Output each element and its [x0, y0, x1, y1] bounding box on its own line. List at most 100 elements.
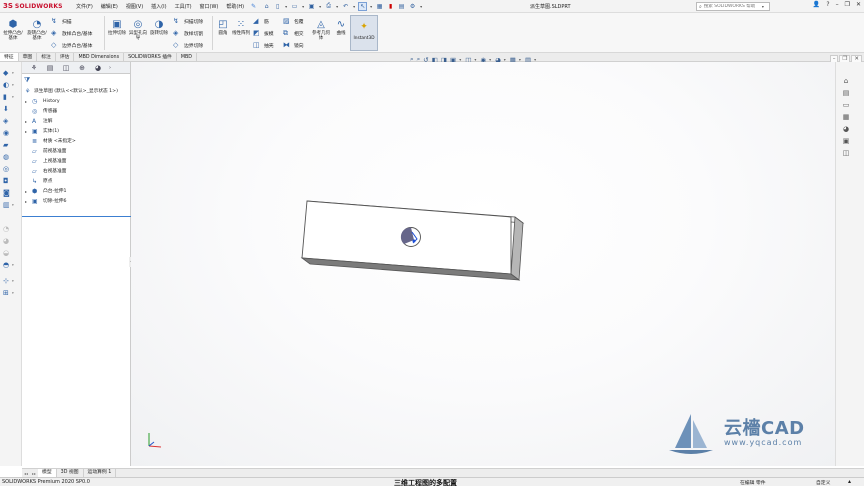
strip-dropdown-icon[interactable]: ▾	[12, 291, 14, 295]
select-pointer-icon[interactable]: ↖	[358, 1, 368, 11]
property-manager-tab-icon[interactable]: ▤	[42, 64, 58, 72]
tree-item[interactable]: ▸ ▣ 实体(1)	[22, 126, 131, 136]
display-manager-tab-icon[interactable]: ◕	[90, 64, 106, 72]
expand-arrow-icon[interactable]: ▸	[25, 99, 30, 104]
strip-smart-dimension[interactable]: ◆ ▾	[3, 68, 17, 77]
revolve-cut-button[interactable]: ◑ 旋转切除	[148, 19, 170, 36]
tree-item[interactable]: ◎ 传感器	[22, 106, 131, 116]
sweep-cut-button[interactable]: ↯ 扫描切除	[173, 16, 203, 26]
extrude-boss-button[interactable]: ⬢ 拉伸凸台/基体	[2, 19, 24, 41]
solidworks-resources-icon[interactable]: ⌂	[840, 76, 852, 85]
open-dropdown-icon[interactable]: ▾	[301, 2, 305, 11]
menu-view[interactable]: 视图(V)	[122, 3, 147, 10]
strip-rectangle[interactable]: ▮ ▾	[3, 92, 17, 101]
strip-dropdown-icon[interactable]: ▾	[12, 95, 14, 99]
forum-icon[interactable]: ◫	[840, 148, 852, 157]
draft-button[interactable]: ◩ 拔模	[253, 28, 274, 38]
file-properties-icon[interactable]: ▤	[397, 2, 406, 11]
strip-dropdown-icon[interactable]: ▾	[12, 71, 14, 75]
strip-dropdown-icon[interactable]: ▾	[12, 203, 14, 207]
tab-scroll-first-icon[interactable]: ◂◂	[22, 471, 30, 476]
extrude-cut-button[interactable]: ▣ 拉伸切除	[106, 19, 128, 36]
new-dropdown-icon[interactable]: ▾	[284, 2, 288, 11]
print-icon[interactable]: ⎙	[324, 2, 333, 11]
restore-icon[interactable]: ❐	[842, 1, 853, 8]
select-dropdown-icon[interactable]: ▾	[369, 2, 373, 11]
model-side-face[interactable]	[510, 216, 524, 281]
menu-help[interactable]: 帮助(H)	[222, 3, 248, 10]
strip-dropdown-icon[interactable]: ▾	[12, 279, 14, 283]
tree-item[interactable]: ▸ ▣ 切除-拉伸6	[22, 196, 131, 206]
more-tabs-icon[interactable]: ›	[106, 65, 114, 71]
strip-circle[interactable]: ⬇	[3, 104, 17, 113]
tree-item[interactable]: ↳ 原点	[22, 176, 131, 186]
strip-sketch-grid[interactable]: ⊞ ▾	[3, 288, 17, 297]
strip-spline[interactable]: ◉	[3, 128, 17, 137]
menu-file[interactable]: 文件(F)	[72, 3, 97, 10]
tab-solidworks-addins[interactable]: SOLIDWORKS 插件	[124, 53, 177, 61]
rollback-bar[interactable]	[22, 216, 131, 217]
tab-features[interactable]: 特征	[0, 53, 19, 61]
options-gear-icon[interactable]: ⚙	[408, 2, 417, 11]
boundary-cut-button[interactable]: ◇ 边界切除	[173, 40, 203, 50]
strip-arc[interactable]: ◈	[3, 116, 17, 125]
strip-dropdown-icon[interactable]: ▾	[12, 263, 14, 267]
search-dropdown-icon[interactable]: ▾	[762, 4, 764, 9]
units-selector[interactable]: 自定义	[816, 479, 830, 486]
undo-icon[interactable]: ↶	[341, 2, 350, 11]
print-dropdown-icon[interactable]: ▾	[335, 2, 339, 11]
minimize-icon[interactable]: –	[833, 1, 842, 8]
curves-button[interactable]: ∿ 曲线	[330, 19, 352, 36]
tab-sketch[interactable]: 草图	[19, 53, 38, 61]
tab-markup[interactable]: 标注	[37, 53, 56, 61]
strip-line[interactable]: ◐ ▾	[3, 80, 17, 89]
linear-pattern-button[interactable]: ⁙ 线性阵列	[230, 19, 252, 36]
tab-evaluate[interactable]: 评估	[56, 53, 75, 61]
strip-trim[interactable]: ▰	[3, 140, 17, 149]
file-explorer-icon[interactable]: ▭	[840, 100, 852, 109]
view-palette-icon[interactable]: ▦	[840, 112, 852, 121]
expand-arrow-icon[interactable]: ▸	[25, 119, 30, 124]
dimxpert-tab-icon[interactable]: ⊕	[74, 64, 90, 72]
help-search-box[interactable]: ⌕ ▾	[696, 2, 770, 11]
strip-mirror[interactable]: ◎	[3, 164, 17, 173]
filter-icon[interactable]: ⧩	[24, 76, 30, 85]
revolve-boss-button[interactable]: ◔ 旋转凸台/基体	[26, 19, 48, 41]
expand-arrow-icon[interactable]: ▸	[25, 199, 30, 204]
save-dropdown-icon[interactable]: ▾	[318, 2, 322, 11]
tree-root[interactable]: ⚘ 派生草图 (默认<<默认>_显示状态 1>)	[22, 86, 131, 96]
menu-tools[interactable]: 工具(T)	[171, 3, 196, 10]
sweep-boss-button[interactable]: ↯ 扫描	[51, 16, 72, 26]
strip-dropdown-icon[interactable]: ▾	[12, 83, 14, 87]
configuration-manager-tab-icon[interactable]: ◫	[58, 64, 74, 72]
tree-item[interactable]: ▱ 上视基准面	[22, 156, 131, 166]
menu-insert[interactable]: 插入(I)	[147, 3, 170, 10]
new-document-icon[interactable]: ▯	[273, 2, 282, 11]
intersect-button[interactable]: ⧉ 相交	[283, 28, 304, 38]
tree-item[interactable]: ≣ 材质 <未指定>	[22, 136, 131, 146]
open-icon[interactable]: ▭	[290, 2, 299, 11]
user-icon[interactable]: 👤	[810, 1, 823, 8]
help-icon[interactable]: ?	[823, 1, 832, 8]
tree-item[interactable]: ▱ 前视基准面	[22, 146, 131, 156]
rib-button[interactable]: ◢ 筋	[253, 16, 269, 26]
traffic-light-icon[interactable]: ▮	[386, 2, 395, 11]
expand-arrow-icon[interactable]: ▸	[25, 129, 30, 134]
tree-item[interactable]: ▸ ◷ History	[22, 96, 131, 106]
strip-quick-snaps[interactable]: ⊹ ▾	[3, 276, 17, 285]
strip-relations[interactable]: ◙	[3, 188, 17, 197]
strip-repair[interactable]: ▥ ▾	[3, 200, 17, 209]
undo-dropdown-icon[interactable]: ▾	[352, 2, 356, 11]
hole-wizard-button[interactable]: ◎ 异型孔向导	[127, 19, 149, 41]
strip-snap[interactable]: ◓ ▾	[3, 260, 17, 269]
boundary-boss-button[interactable]: ◇ 边界凸台/基体	[51, 40, 92, 50]
status-help-icon[interactable]: ▴	[848, 478, 851, 485]
feature-manager-tab-icon[interactable]: ⚘	[26, 64, 42, 72]
tab-mbd-dimensions[interactable]: MBD Dimensions	[74, 53, 125, 61]
save-icon[interactable]: ▣	[307, 2, 316, 11]
home-icon[interactable]: ⌂	[262, 2, 271, 11]
menu-window[interactable]: 窗口(W)	[196, 3, 223, 10]
pin-menu-icon[interactable]: ✎	[251, 3, 256, 10]
tab-mbd[interactable]: MBD	[177, 53, 197, 61]
close-icon[interactable]: ✕	[853, 1, 864, 8]
